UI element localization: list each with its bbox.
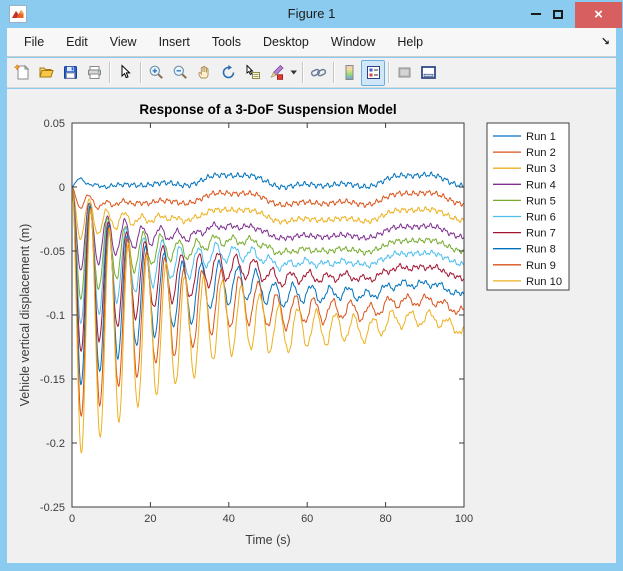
y-tick-label: -0.05: [40, 246, 65, 258]
x-tick-label: 100: [455, 513, 473, 525]
dock-arrow-icon[interactable]: ↘: [601, 28, 610, 56]
axes-plot[interactable]: Response of a 3-DoF Suspension Model Tim…: [7, 89, 616, 563]
legend-entry-label: Run 5: [526, 195, 556, 207]
x-tick-label: 80: [379, 513, 391, 525]
y-tick-label: 0.05: [44, 118, 65, 130]
menu-view[interactable]: View: [99, 28, 148, 56]
plot-title: Response of a 3-DoF Suspension Model: [139, 102, 396, 117]
hide-plot-tools-icon[interactable]: [392, 60, 416, 86]
insert-legend-icon[interactable]: [361, 60, 385, 86]
legend-entry-label: Run 3: [526, 163, 556, 175]
x-tick-label: 60: [301, 513, 313, 525]
menu-window[interactable]: Window: [320, 28, 386, 56]
figure-toolbar: [7, 58, 616, 88]
link-plot-icon[interactable]: [306, 60, 330, 86]
legend-entry-label: Run 7: [526, 228, 556, 240]
save-figure-icon[interactable]: [58, 60, 82, 86]
legend[interactable]: Run 1 Run 2 Run 3 Run 4 Run 5 Run 6 Run 7 Run 8…: [487, 123, 569, 290]
menu-edit[interactable]: Edit: [55, 28, 99, 56]
figure-window: Figure 1 × File Edit View Insert Tools D…: [0, 0, 623, 571]
brush-dropdown-icon[interactable]: [288, 60, 299, 86]
y-tick-label: -0.2: [46, 438, 65, 450]
zoom-out-icon[interactable]: [168, 60, 192, 86]
legend-entry-label: Run 6: [526, 212, 556, 224]
pan-hand-icon[interactable]: [192, 60, 216, 86]
x-axis-label: Time (s): [245, 533, 290, 547]
legend-entry-label: Run 8: [526, 244, 556, 256]
menubar: File Edit View Insert Tools Desktop Wind…: [7, 28, 616, 57]
y-tick-label: -0.1: [46, 310, 65, 322]
zoom-in-icon[interactable]: [144, 60, 168, 86]
y-axis-label: Vehicle vertical displacement (m): [18, 224, 32, 407]
legend-entry-label: Run 2: [526, 147, 556, 159]
titlebar[interactable]: Figure 1 ×: [0, 0, 623, 28]
new-figure-icon[interactable]: [10, 60, 34, 86]
maximize-button[interactable]: [547, 2, 569, 26]
menu-tools[interactable]: Tools: [201, 28, 252, 56]
y-tick-label: -0.25: [40, 502, 65, 514]
insert-colorbar-icon[interactable]: [337, 60, 361, 86]
edit-plot-pointer-icon[interactable]: [113, 60, 137, 86]
y-tick-label: -0.15: [40, 374, 65, 386]
x-tick-label: 20: [144, 513, 156, 525]
y-tick-label: 0: [59, 182, 65, 194]
rotate-3d-icon[interactable]: [216, 60, 240, 86]
legend-entry-label: Run 10: [526, 276, 562, 288]
figure-canvas: Response of a 3-DoF Suspension Model Tim…: [7, 89, 616, 563]
menu-insert[interactable]: Insert: [148, 28, 201, 56]
legend-entry-label: Run 9: [526, 260, 556, 272]
open-file-icon[interactable]: [34, 60, 58, 86]
x-tick-label: 0: [69, 513, 75, 525]
legend-entry-label: Run 4: [526, 179, 556, 191]
menu-desktop[interactable]: Desktop: [252, 28, 320, 56]
menu-file[interactable]: File: [13, 28, 55, 56]
brush-icon[interactable]: [264, 60, 288, 86]
data-cursor-icon[interactable]: [240, 60, 264, 86]
print-figure-icon[interactable]: [82, 60, 106, 86]
show-plot-tools-dock-icon[interactable]: [416, 60, 440, 86]
minimize-button[interactable]: [525, 2, 547, 26]
legend-entry-label: Run 1: [526, 131, 556, 143]
close-button[interactable]: ×: [575, 2, 622, 28]
menu-help[interactable]: Help: [386, 28, 434, 56]
x-tick-label: 40: [223, 513, 235, 525]
